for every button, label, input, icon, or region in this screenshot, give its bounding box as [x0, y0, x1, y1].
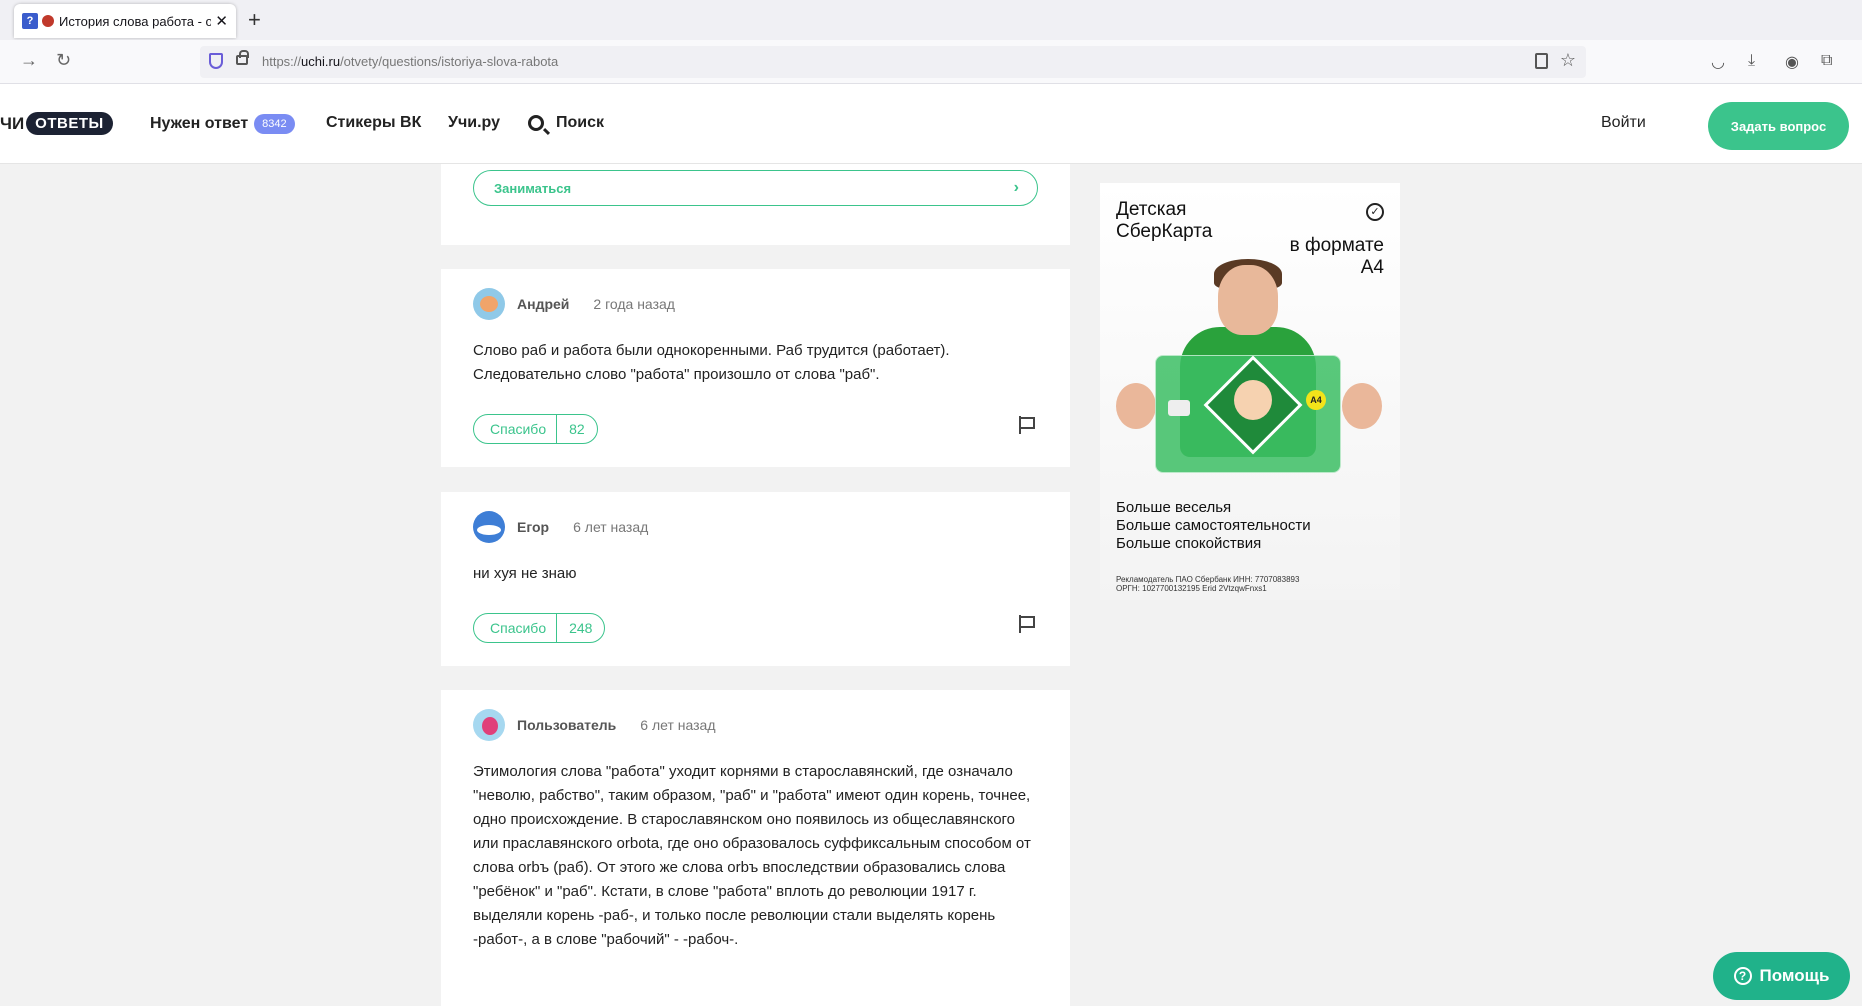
reload-icon[interactable]: ↻ — [56, 50, 71, 71]
nav-search[interactable]: Поиск — [528, 114, 604, 132]
avatar[interactable] — [473, 288, 505, 320]
answer-time: 6 лет назад — [573, 519, 649, 535]
thanks-button[interactable]: Спасибо 82 — [473, 414, 598, 444]
download-icon[interactable]: ⤓ — [1748, 52, 1755, 70]
nav-need-answer[interactable]: Нужен ответ 8342 — [150, 114, 295, 134]
nav-need-answer-label: Нужен ответ — [150, 115, 249, 132]
study-button-label: Заниматься — [494, 180, 572, 196]
ad-benefit-line: Больше самостоятельности — [1116, 517, 1311, 534]
url-text[interactable]: https://uchi.ru/otvety/questions/istoriy… — [262, 54, 558, 69]
forward-icon[interactable]: → — [20, 50, 38, 71]
emoji-favicon-icon — [42, 15, 54, 27]
thanks-button[interactable]: Спасибо 248 — [473, 613, 606, 643]
ad-title: Детская СберКарта — [1116, 199, 1213, 242]
tab-title: История слова работа - от — [59, 13, 212, 29]
help-button[interactable]: ? Помощь — [1713, 952, 1850, 1000]
answer-card: Егор 6 лет назад ни хуя не знаю Спасибо … — [441, 492, 1070, 666]
checkmark-icon: ✓ — [1366, 203, 1384, 221]
ad-legal-line: Рекламодатель ПАО Сбербанк ИНН: 77070838… — [1116, 575, 1300, 584]
help-label: Помощь — [1759, 966, 1830, 985]
login-link[interactable]: Войти — [1601, 114, 1646, 132]
shield-icon[interactable] — [209, 53, 223, 69]
answer-card: Пользователь 6 лет назад Этимология слов… — [441, 690, 1070, 1006]
logo-text: ЧИ — [0, 113, 25, 133]
ad-legal-line: ОРГН: 1027700132195 Erid 2VtzqwFnxs1 — [1116, 584, 1267, 593]
advertisement-banner[interactable]: Детская СберКарта ✓ в формате А4 А4 Боль… — [1100, 183, 1400, 600]
lock-icon[interactable] — [236, 50, 249, 65]
report-flag-icon[interactable] — [1019, 615, 1035, 633]
count-badge: 8342 — [254, 114, 295, 134]
browser-tabbar: ? История слова работа - от ✕ + — [0, 0, 1862, 40]
ad-benefits: Больше веселья Больше самостоятельности … — [1116, 499, 1311, 553]
answer-time: 2 года назад — [593, 296, 675, 312]
avatar[interactable] — [473, 709, 505, 741]
author-name[interactable]: Егор — [517, 519, 549, 535]
nav-stickers-label: Стикеры ВК — [326, 114, 422, 131]
ad-legal: Рекламодатель ПАО Сбербанк ИНН: 77070838… — [1116, 575, 1299, 593]
report-flag-icon[interactable] — [1019, 416, 1035, 434]
logo[interactable]: ЧИ ОТВЕТЫ — [0, 112, 113, 135]
nav-stickers[interactable]: Стикеры ВК — [326, 114, 421, 132]
nav-search-label: Поиск — [556, 114, 605, 131]
card-chip-icon — [1168, 400, 1190, 416]
question-icon: ? — [1733, 967, 1752, 985]
thanks-count: 248 — [569, 620, 593, 636]
hand-image — [1342, 383, 1382, 429]
thanks-label: Спасибо — [474, 614, 558, 642]
answer-meta: Егор 6 лет назад — [473, 511, 648, 543]
bank-card-image: А4 — [1155, 355, 1341, 473]
ad-benefit-line: Больше спокойствия — [1116, 535, 1262, 552]
study-card: Заниматься › — [441, 164, 1070, 245]
answer-meta: Андрей 2 года назад — [473, 288, 675, 320]
nav-uchiru-label: Учи.ру — [448, 114, 500, 131]
account-icon[interactable]: ◉ — [1785, 52, 1799, 72]
chevron-right-icon: › — [1013, 179, 1019, 196]
author-name[interactable]: Пользователь — [517, 717, 616, 733]
thanks-label: Спасибо — [474, 415, 558, 443]
thanks-count: 82 — [569, 421, 585, 437]
answer-text: Этимология слова "работа" уходит корнями… — [473, 763, 1031, 948]
pocket-icon[interactable]: ◡ — [1711, 52, 1725, 72]
author-name[interactable]: Андрей — [517, 296, 569, 312]
extensions-icon[interactable]: ⧉ — [1821, 52, 1832, 70]
logo-pill: ОТВЕТЫ — [26, 112, 113, 135]
nav-uchiru[interactable]: Учи.ру — [448, 114, 500, 132]
address-bar[interactable]: https://uchi.ru/otvety/questions/istoriy… — [200, 46, 1586, 78]
reader-view-icon[interactable] — [1535, 53, 1548, 69]
answer-text: Слово раб и работа были однокоренными. Р… — [473, 342, 950, 383]
plus-icon[interactable]: + — [248, 7, 261, 33]
browser-navbar: → ↻ https://uchi.ru/otvety/questions/ist… — [0, 40, 1862, 84]
answer-time: 6 лет назад — [640, 717, 716, 733]
search-icon — [528, 115, 544, 131]
browser-tab[interactable]: ? История слова работа - от ✕ — [14, 4, 236, 38]
bookmark-star-icon[interactable]: ☆ — [1560, 50, 1576, 71]
study-button[interactable]: Заниматься › — [473, 170, 1038, 206]
answer-text: ни хуя не знаю — [473, 565, 577, 582]
hand-image — [1116, 383, 1156, 429]
ad-benefit-line: Больше веселья — [1116, 499, 1232, 516]
answer-meta: Пользователь 6 лет назад — [473, 709, 715, 741]
answer-card: Андрей 2 года назад Слово раб и работа б… — [441, 269, 1070, 467]
close-tab-icon[interactable]: ✕ — [215, 12, 228, 30]
a4-badge: А4 — [1306, 390, 1326, 410]
site-header: ЧИ ОТВЕТЫ Нужен ответ 8342 Стикеры ВК Уч… — [0, 84, 1862, 164]
ask-question-button[interactable]: Задать вопрос — [1708, 102, 1849, 150]
site-favicon-icon: ? — [22, 13, 38, 29]
avatar[interactable] — [473, 511, 505, 543]
